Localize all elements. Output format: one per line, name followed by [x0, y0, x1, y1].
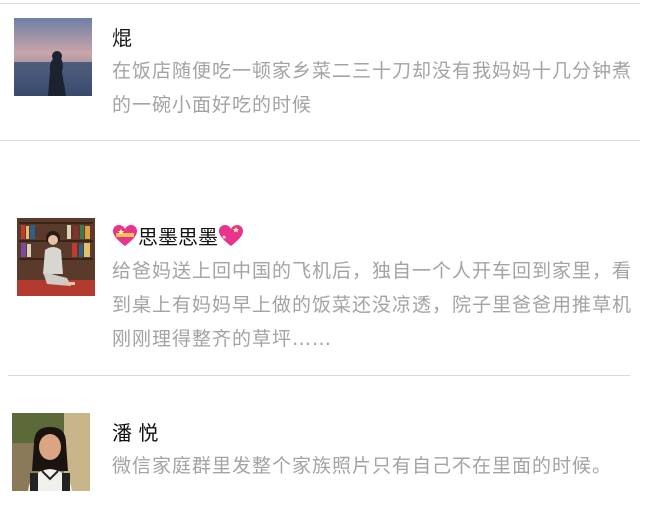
comment-author-name[interactable]: 思墨思墨 — [112, 224, 244, 249]
comment-text: 给爸妈送上回中国的飞机后，独自一个人开车回到家里，看到桌上有妈妈早上做的饭菜还没… — [112, 260, 633, 350]
comment-author-name[interactable]: 焜 — [112, 26, 132, 50]
comment-item[interactable]: 思墨思墨 给爸妈送上回中国的飞机后，独自一个人开车回到家里，看到桌上有妈妈早上做… — [0, 200, 663, 375]
avatar[interactable] — [17, 218, 95, 296]
comment-author-name-text: 思墨思墨 — [138, 225, 218, 249]
post-divider — [0, 140, 640, 141]
sparkling-heart-icon — [219, 225, 243, 246]
avatar-sunset-silhouette-icon — [14, 18, 92, 96]
comment-item[interactable]: 焜 在饭店随便吃一顿家乡菜二三十刀却没有我妈妈十几分钟煮的一碗小面好吃的时候 — [0, 0, 663, 140]
post-divider — [8, 375, 630, 376]
comment-text: 在饭店随便吃一顿家乡菜二三十刀却没有我妈妈十几分钟煮的一碗小面好吃的时候 — [112, 60, 633, 116]
comment-text: 微信家庭群里发整个家族照片只有自己不在里面的时候。 — [112, 455, 613, 477]
comment-author-name[interactable]: 潘 悦 — [112, 421, 158, 445]
avatar[interactable] — [14, 18, 92, 96]
sparkling-heart-icon — [113, 225, 137, 246]
avatar-portrait-photo-icon — [12, 413, 90, 491]
avatar[interactable] — [12, 413, 90, 491]
comment-item[interactable]: 潘 悦 微信家庭群里发整个家族照片只有自己不在里面的时候。 — [0, 395, 663, 532]
avatar-bookshelf-photo-icon — [17, 218, 95, 296]
